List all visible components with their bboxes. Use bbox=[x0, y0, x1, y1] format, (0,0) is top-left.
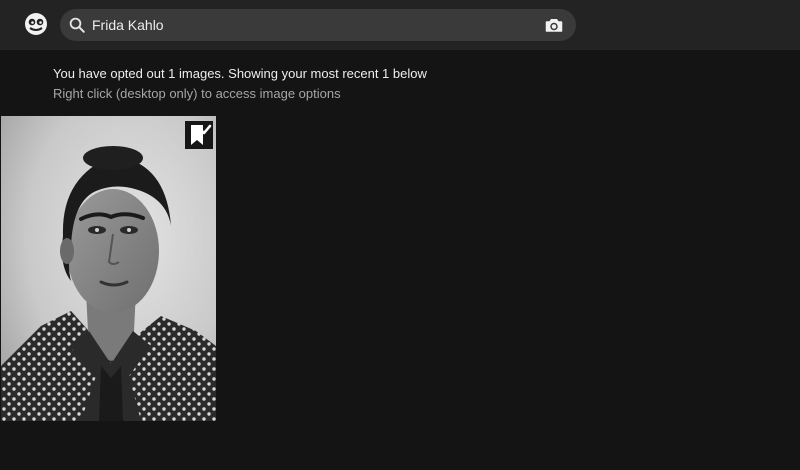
search-input[interactable] bbox=[92, 9, 532, 41]
top-bar bbox=[0, 0, 800, 50]
search-icon[interactable] bbox=[68, 16, 86, 34]
bookmark-check-badge[interactable] bbox=[185, 121, 213, 149]
opt-out-message: You have opted out 1 images. Showing you… bbox=[53, 66, 427, 81]
right-click-hint: Right click (desktop only) to access ima… bbox=[53, 86, 341, 101]
image-result[interactable] bbox=[1, 116, 216, 421]
bookmark-check-icon bbox=[191, 124, 212, 145]
camera-icon[interactable] bbox=[545, 17, 563, 33]
portrait-photo bbox=[1, 116, 216, 421]
logo-icon[interactable] bbox=[24, 12, 48, 36]
search-bar bbox=[60, 9, 576, 41]
